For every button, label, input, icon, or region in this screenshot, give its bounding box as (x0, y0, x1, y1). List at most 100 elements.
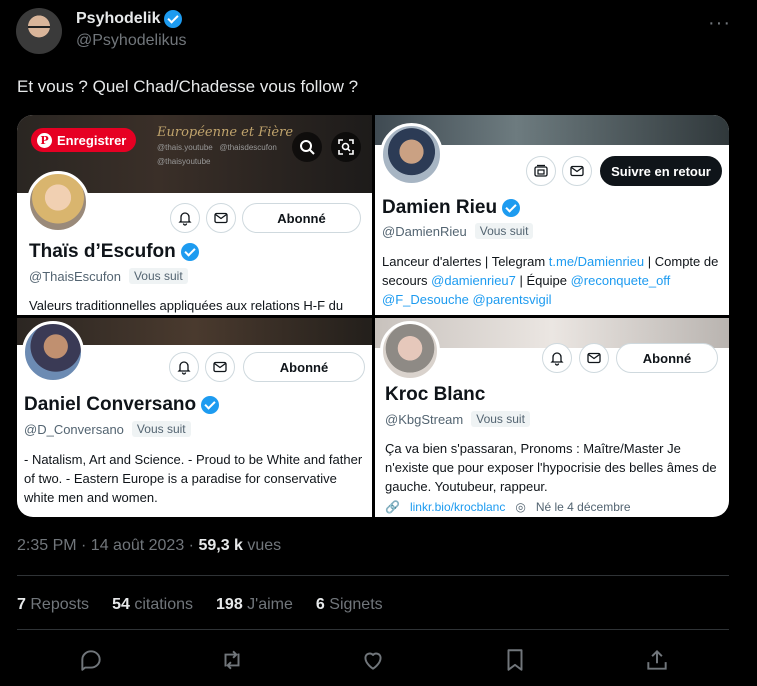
author-name[interactable]: Psyhodelik (76, 10, 183, 28)
verified-badge-icon (201, 396, 220, 414)
author-name-text[interactable]: Psyhodelik (76, 10, 160, 28)
stat-count: 54 (112, 596, 130, 613)
stat-quotes[interactable]: 54 citations (112, 596, 193, 614)
search-icon[interactable] (292, 132, 322, 162)
profile-card-thais[interactable]: Européenne et Fière @thais.youtube @thai… (17, 115, 372, 315)
location-icon: ◎ (515, 500, 526, 514)
profile-handle: @ThaisEscufon Vous suit (29, 268, 188, 284)
share-icon[interactable] (644, 647, 670, 673)
profile-handle: @KbgStream Vous suit (385, 411, 530, 427)
like-icon[interactable] (360, 647, 386, 673)
visual-search-icon[interactable] (331, 132, 361, 162)
more-options-icon[interactable]: ··· (708, 12, 731, 35)
stat-count: 6 (315, 596, 325, 613)
profile-name: Damien Rieu (382, 197, 521, 219)
profile-handle-text: @DamienRieu (382, 223, 467, 239)
message-icon[interactable] (205, 352, 235, 382)
tweet-stats: 7 Reposts 54 citations 198 J'aime 6 Sign… (17, 596, 383, 614)
tweet-actions (0, 647, 757, 675)
banner-title: Européenne et Fière (157, 125, 294, 140)
profile-name-text: Damien Rieu (382, 197, 498, 218)
profile-handle-text: @D_Conversano (24, 421, 124, 437)
banner-socials: @thais.youtube @thaisdescufon @thaisyout… (157, 141, 277, 169)
following-button[interactable]: Abonné (243, 352, 365, 382)
profile-meta: 🔗 linkr.bio/krocblanc ◎ Né le 4 décembre (385, 500, 631, 514)
profile-handle-text: @ThaisEscufon (29, 268, 121, 284)
following-button[interactable]: Abonné (616, 343, 718, 373)
save-label: Enregistrer (57, 132, 127, 148)
profile-name-text: Daniel Conversano (24, 394, 197, 415)
subscribe-icon[interactable] (526, 156, 556, 186)
stat-count: 7 (17, 596, 26, 613)
bio-link[interactable]: @parentsvigil (473, 292, 552, 307)
follow-back-button[interactable]: Suivre en retour (600, 156, 722, 186)
bio-link[interactable]: @F_Desouche (382, 292, 469, 307)
profile-name: Daniel Conversano (24, 394, 220, 416)
timestamp-text[interactable]: 2:35 PM · 14 août 2023 · (17, 537, 198, 554)
stat-reposts[interactable]: 7 Reposts (17, 596, 89, 614)
profile-name: Kroc Blanc (385, 384, 485, 406)
profile-bio: Valeurs traditionnelles appliquées aux r… (29, 298, 344, 313)
repost-icon[interactable] (219, 647, 245, 673)
banner-social-2: @thaisyoutube (157, 157, 211, 166)
link-icon: 🔗 (385, 500, 400, 514)
bio-link[interactable]: @damienrieu7 (431, 273, 516, 288)
stat-bookmarks[interactable]: 6 Signets (316, 596, 383, 614)
stat-label: J'aime (247, 596, 293, 613)
profile-handle: @DamienRieu Vous suit (382, 223, 534, 239)
tweet-text: Et vous ? Quel Chad/Chadesse vous follow… (17, 77, 359, 96)
verified-badge-icon (180, 243, 199, 261)
notification-bell-icon[interactable] (542, 343, 572, 373)
profile-bio: - Natalism, Art and Science. - Proud to … (24, 452, 363, 505)
stat-likes[interactable]: 198 J'aime (216, 596, 293, 614)
banner-social-1: @thais.youtube (157, 143, 213, 152)
bio-text: | Équipe (515, 273, 571, 288)
divider (17, 629, 729, 630)
stat-label: Reposts (30, 596, 90, 613)
stat-count: 198 (216, 596, 243, 613)
stat-label: citations (134, 596, 194, 613)
verified-badge-icon (164, 10, 183, 28)
bio-link[interactable]: @reconquete_off (571, 273, 671, 288)
notification-bell-icon[interactable] (170, 203, 200, 233)
message-icon[interactable] (562, 156, 592, 186)
follows-you-badge: Vous suit (131, 421, 191, 437)
author-avatar[interactable] (16, 8, 62, 54)
verified-badge-icon (502, 199, 521, 217)
views-count: 59,3 k (198, 537, 243, 554)
pinterest-icon: P (37, 132, 52, 148)
profile-bio: Lanceur d'alertes | Telegram t.me/Damien… (382, 252, 725, 309)
profile-name-text: Kroc Blanc (385, 384, 486, 405)
follows-you-badge: Vous suit (128, 268, 188, 284)
follows-you-badge: Vous suit (474, 223, 534, 239)
stat-label: Signets (329, 596, 383, 613)
profile-handle-text: @KbgStream (385, 411, 464, 427)
profile-avatar[interactable] (380, 123, 443, 186)
tweet-media[interactable]: Européenne et Fière @thais.youtube @thai… (17, 115, 729, 517)
profile-card-damien[interactable]: Suivre en retour Damien Rieu @DamienRieu… (375, 115, 729, 315)
tweet-header: Psyhodelik @Psyhodelikus ··· (16, 8, 741, 56)
banner-social-3: @thaisdescufon (219, 143, 277, 152)
profile-avatar[interactable] (22, 321, 84, 383)
reply-icon[interactable] (78, 647, 104, 673)
bio-text: Lanceur d'alertes | Telegram (382, 254, 549, 269)
birth-date: Né le 4 décembre (535, 500, 631, 514)
tweet-timestamp[interactable]: 2:35 PM · 14 août 2023 · 59,3 k vues (17, 537, 281, 555)
profile-card-kroc[interactable]: Abonné Kroc Blanc @KbgStream Vous suit Ç… (375, 318, 729, 517)
pinterest-save-button[interactable]: P Enregistrer (31, 128, 137, 152)
notification-bell-icon[interactable] (169, 352, 199, 382)
profile-handle: @D_Conversano Vous suit (24, 421, 191, 437)
following-button[interactable]: Abonné (242, 203, 361, 233)
profile-card-daniel[interactable]: Abonné Daniel Conversano @D_Conversano V… (17, 318, 372, 517)
bio-link[interactable]: t.me/Damienrieu (549, 254, 644, 269)
profile-link[interactable]: linkr.bio/krocblanc (410, 500, 505, 514)
author-handle[interactable]: @Psyhodelikus (76, 32, 187, 50)
message-icon[interactable] (579, 343, 609, 373)
profile-name: Thaïs d’Escufon (29, 241, 199, 263)
profile-bio: Ça va bien s'passaran, Pronoms : Maître/… (385, 441, 717, 494)
bookmark-icon[interactable] (502, 647, 528, 673)
profile-avatar[interactable] (27, 171, 89, 233)
divider (17, 575, 729, 576)
profile-avatar[interactable] (380, 321, 440, 381)
message-icon[interactable] (206, 203, 236, 233)
